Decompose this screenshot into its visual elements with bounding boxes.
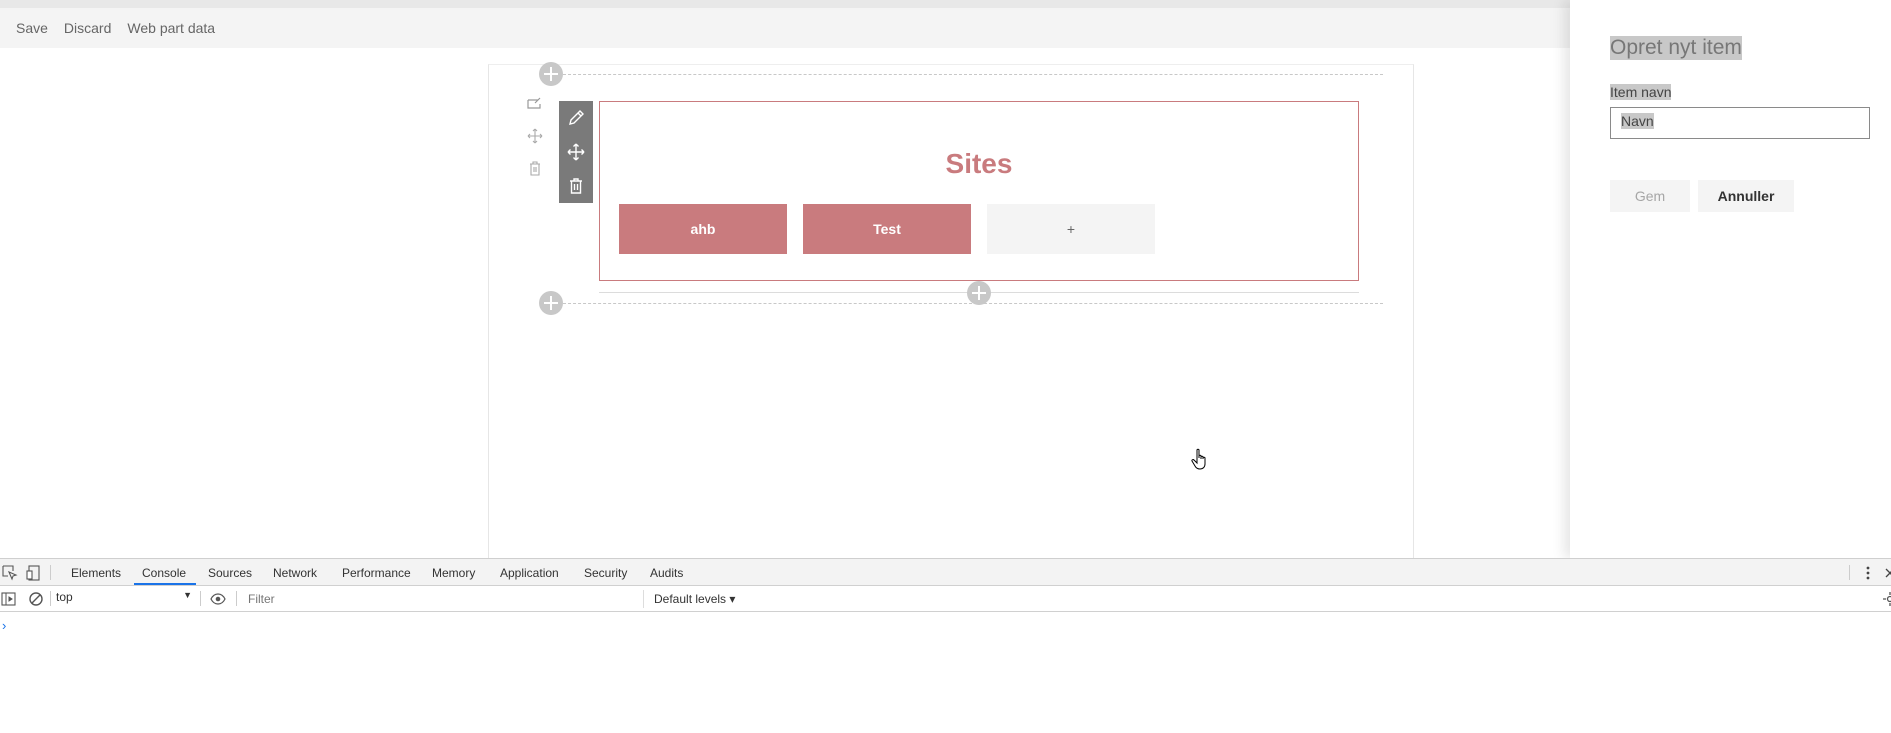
add-section-top-icon[interactable] <box>539 62 563 86</box>
devtools-tab-bar: Elements Console Sources Network Perform… <box>0 559 1891 586</box>
console-prompt[interactable]: › <box>2 618 6 633</box>
toolbar-separator <box>236 591 237 606</box>
site-tile-ahb[interactable]: ahb <box>619 204 787 254</box>
devtools-panel: Elements Console Sources Network Perform… <box>0 558 1891 733</box>
tab-separator <box>1849 565 1850 580</box>
tab-console[interactable]: Console <box>142 566 186 580</box>
clear-console-icon[interactable] <box>28 591 44 607</box>
gem-button[interactable]: Gem <box>1610 180 1690 212</box>
add-site-tile[interactable]: + <box>987 204 1155 254</box>
save-button[interactable]: Save <box>16 20 48 36</box>
console-filter-input[interactable] <box>244 590 644 608</box>
add-webpart-icon[interactable] <box>967 281 991 305</box>
move-section-icon[interactable] <box>526 126 544 146</box>
active-tab-indicator <box>134 583 196 585</box>
console-settings-icon[interactable] <box>1882 591 1891 607</box>
web-part-data-button[interactable]: Web part data <box>127 20 215 36</box>
annuller-button[interactable]: Annuller <box>1698 180 1794 212</box>
top-strip <box>0 0 1570 8</box>
create-item-panel: Opret nyt item Item navn Navn Gem Annull… <box>1570 0 1891 558</box>
item-name-label: Item navn <box>1610 84 1672 100</box>
tab-network[interactable]: Network <box>273 566 317 580</box>
section-divider-top <box>563 74 1383 75</box>
toolbar-separator <box>200 591 201 606</box>
edit-webpart-icon[interactable] <box>566 108 586 128</box>
sites-webpart[interactable]: Sites ahb Test + <box>599 101 1359 281</box>
item-name-input[interactable]: Navn <box>1610 107 1870 139</box>
inspect-element-icon[interactable] <box>2 565 18 581</box>
tab-sources[interactable]: Sources <box>208 566 252 580</box>
command-bar: Save Discard Web part data <box>0 8 1570 48</box>
device-toolbar-icon[interactable] <box>26 565 42 581</box>
context-value: top <box>56 590 73 604</box>
add-section-bottom-icon[interactable] <box>539 291 563 315</box>
edit-section-icon[interactable] <box>526 94 544 114</box>
discard-button[interactable]: Discard <box>64 20 111 36</box>
console-toolbar: top ▼ Default levels ▾ <box>0 586 1891 612</box>
close-devtools-icon[interactable] <box>1882 565 1891 581</box>
section-toolbar <box>524 94 546 178</box>
item-name-value: Navn <box>1621 113 1654 129</box>
toolbar-separator <box>50 591 51 606</box>
move-webpart-icon[interactable] <box>566 142 586 162</box>
delete-section-icon[interactable] <box>526 158 544 178</box>
tab-elements[interactable]: Elements <box>71 566 121 580</box>
tab-security[interactable]: Security <box>584 566 627 580</box>
more-options-icon[interactable] <box>1860 565 1876 581</box>
tab-separator <box>50 565 51 580</box>
delete-webpart-icon[interactable] <box>566 176 586 196</box>
site-tile-test[interactable]: Test <box>803 204 971 254</box>
tab-audits[interactable]: Audits <box>650 566 683 580</box>
hand-cursor-icon <box>1191 448 1206 470</box>
live-expression-eye-icon[interactable] <box>210 591 226 607</box>
log-levels-dropdown[interactable]: Default levels ▾ <box>654 592 735 606</box>
context-select[interactable]: top ▼ <box>56 590 194 608</box>
webpart-title: Sites <box>945 148 1013 179</box>
tab-performance[interactable]: Performance <box>342 566 411 580</box>
chevron-down-icon: ▼ <box>183 590 192 600</box>
tab-memory[interactable]: Memory <box>432 566 475 580</box>
webpart-toolbar <box>559 101 593 203</box>
tab-application[interactable]: Application <box>500 566 559 580</box>
panel-title: Opret nyt item <box>1610 36 1742 60</box>
show-sidebar-icon[interactable] <box>1 591 17 607</box>
